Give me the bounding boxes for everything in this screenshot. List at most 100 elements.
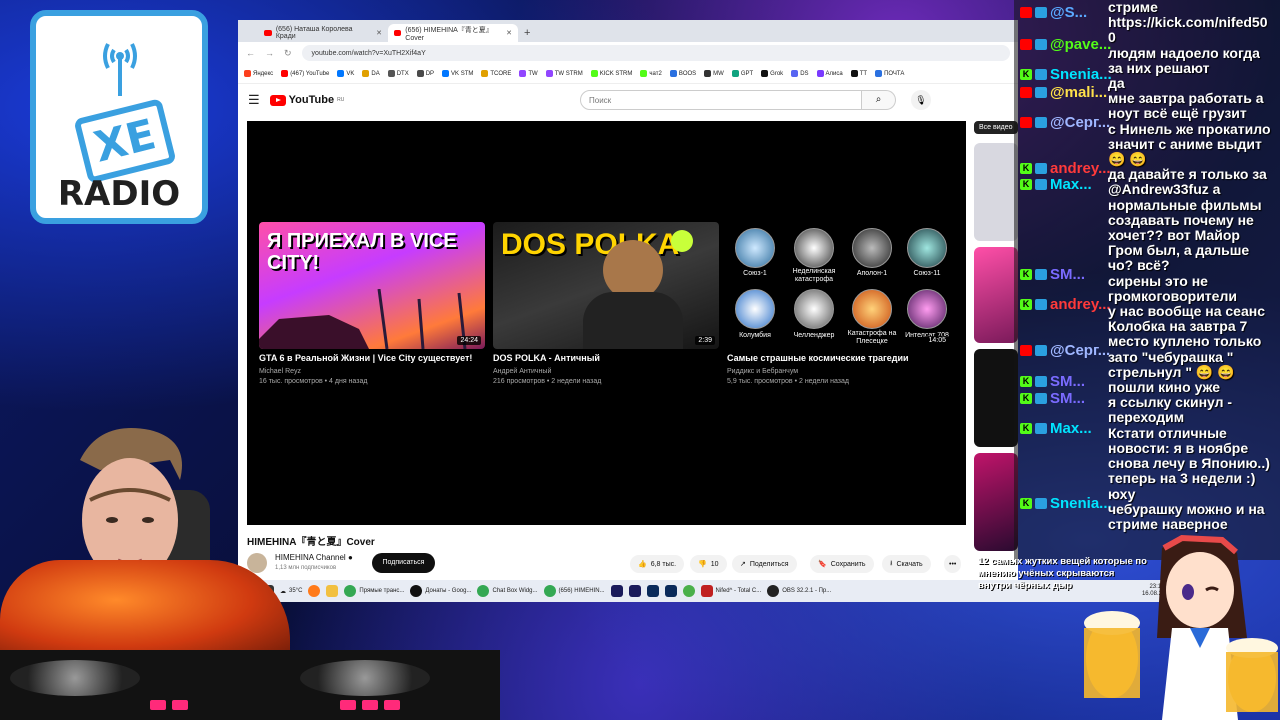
video-title[interactable]: DOS POLKA - Античный: [493, 353, 719, 363]
bookmark-item[interactable]: DS: [791, 69, 809, 77]
youtube-logo[interactable]: YouTube RU: [269, 94, 344, 106]
sidebar-thumbnail[interactable]: [974, 143, 1018, 241]
bookmark-item[interactable]: ПОЧТА: [875, 69, 904, 77]
taskbar-item[interactable]: OBS 32.2.1 - Пр...: [767, 585, 831, 597]
all-videos-chip[interactable]: Все видео: [974, 121, 1018, 134]
bookmark-item[interactable]: DTX: [387, 69, 409, 77]
premiere-icon[interactable]: [610, 585, 623, 597]
taskbar-item[interactable]: Прямые транс...: [344, 585, 404, 597]
save-button[interactable]: 🔖 Сохранить: [810, 555, 874, 573]
bookmark-item[interactable]: чат2: [640, 69, 662, 78]
close-icon[interactable]: ✕: [506, 29, 512, 37]
grid-label: Колумбия: [739, 332, 771, 339]
bookmark-favicon-icon: [337, 69, 345, 77]
channel-name[interactable]: Michael Reyz: [259, 368, 485, 375]
chat-user: K Snenia...: [1020, 495, 1112, 512]
video-title-main: HIMEHINA『青と夏』Cover: [247, 537, 375, 548]
share-button[interactable]: ↗ Поделиться: [732, 555, 797, 573]
chat-username: @pave...: [1050, 36, 1112, 53]
tab-label: (656) Наташа Королева Кради: [275, 26, 353, 40]
sidebar-thumbnail[interactable]: [974, 247, 1018, 343]
bookmark-item[interactable]: Яндекс: [244, 69, 273, 77]
end-screen-card[interactable]: DOS POLKA 2:39 DOS POLKA - Античный Андр…: [493, 222, 719, 385]
obs-icon: [767, 585, 780, 597]
chat-message-line: мне завтра работать а: [1108, 90, 1264, 107]
bookmark-item[interactable]: VK: [337, 69, 354, 77]
bookmark-item[interactable]: DA: [362, 69, 380, 78]
search-input[interactable]: Поиск: [580, 90, 862, 110]
premiere-icon[interactable]: [628, 585, 641, 597]
taskbar-item[interactable]: Chat Box Widg...: [477, 585, 538, 597]
chat-user: @pave...: [1020, 36, 1111, 53]
taskbar-item[interactable]: (656) HIMEHIN...: [543, 585, 605, 597]
bookmark-item[interactable]: Алиса: [816, 69, 843, 77]
soyuz-11-image: [907, 228, 947, 268]
plesetsk-image: [852, 289, 892, 329]
taskbar-item[interactable]: Донаты - Goog...: [410, 585, 471, 597]
reload-icon[interactable]: ↻: [284, 48, 292, 59]
badge-icon: [1035, 393, 1047, 404]
bookmark-item[interactable]: TW: [519, 69, 538, 77]
bookmark-item[interactable]: Grok: [761, 69, 783, 77]
chat-message-line: стриме: [1108, 0, 1158, 15]
menu-icon[interactable]: ☰: [248, 92, 260, 108]
channel-name-text: HIMEHINA Channel: [275, 553, 346, 562]
firefox-icon[interactable]: [308, 585, 321, 597]
channel-name[interactable]: Андрей Античный: [493, 368, 719, 375]
sidebar-thumbnail[interactable]: [974, 349, 1018, 447]
video-title[interactable]: GTA 6 в Реальной Жизни | Vice City сущес…: [259, 353, 485, 363]
video-thumbnail[interactable]: Я ПРИЕХАЛ В VICE CITY! 24:24: [259, 222, 485, 349]
search-button[interactable]: ⌕: [862, 90, 896, 110]
download-icon: ⭳: [890, 559, 893, 567]
bookmark-item[interactable]: (467) YouTube: [281, 69, 329, 77]
video-thumbnail[interactable]: DOS POLKA 2:39: [493, 222, 719, 349]
url-input[interactable]: youtube.com/watch?v=XuTH2Xif4aY: [301, 45, 1010, 61]
channel-name[interactable]: Риддикс и Бебранчум: [727, 368, 953, 375]
bookmark-item[interactable]: VK STM: [442, 69, 473, 77]
subscribe-button[interactable]: Подписаться: [372, 553, 435, 573]
end-screen-card[interactable]: Я ПРИЕХАЛ В VICE CITY! 24:24 GTA 6 в Реа…: [259, 222, 485, 385]
video-title[interactable]: Самые страшные космические трагедии: [727, 353, 953, 363]
globe-icon[interactable]: [682, 585, 695, 597]
bookmark-item[interactable]: TT: [850, 69, 867, 77]
youtube-favicon-icon: [394, 30, 402, 36]
channel-name-main[interactable]: HIMEHINA Channel ●: [275, 553, 353, 562]
like-button[interactable]: 👍 6,8 тыс.: [630, 555, 685, 573]
new-tab-button[interactable]: +: [518, 27, 536, 42]
bookmark-label: чат2: [649, 71, 662, 78]
dislike-button[interactable]: 👎 10: [690, 555, 727, 573]
bookmark-label: DA: [371, 71, 380, 78]
video-player[interactable]: Я ПРИЕХАЛ В VICE CITY! 24:24 GTA 6 в Реа…: [247, 121, 966, 525]
x-app-icon: [410, 585, 423, 597]
sidebar-thumbnail[interactable]: [974, 453, 1018, 551]
tab-korolyova[interactable]: (656) Наташа Королева Кради ✕: [258, 24, 388, 42]
bookmark-item[interactable]: MW: [704, 69, 724, 77]
bookmark-item[interactable]: GPT: [731, 69, 753, 77]
weather-widget[interactable]: ☁ 35°C: [280, 588, 302, 595]
more-actions-button[interactable]: •••: [944, 555, 962, 573]
bookmark-item[interactable]: TCORE: [481, 69, 511, 77]
forward-icon[interactable]: →: [265, 48, 274, 58]
close-icon[interactable]: ✕: [376, 29, 382, 37]
kick-platform-icon: K: [1020, 269, 1032, 280]
back-icon[interactable]: ←: [246, 48, 255, 58]
folder-icon[interactable]: [326, 585, 339, 597]
voice-search-button[interactable]: 🎙: [911, 90, 931, 110]
performance-pad: [384, 700, 400, 710]
taskbar-item[interactable]: Nifed^ - Total C...: [700, 585, 761, 597]
kick-platform-icon: K: [1020, 69, 1032, 80]
video-thumbnail[interactable]: Союз-1 Неделинская катастрофа Аполон-1 С…: [727, 222, 953, 349]
photoshop-icon[interactable]: [664, 585, 677, 597]
badge-icon: [1035, 179, 1047, 190]
bookmark-item[interactable]: BOOS: [669, 69, 696, 77]
bookmark-item[interactable]: TW STRM: [545, 69, 583, 77]
chat-message-line: хочет?? вот Майор: [1108, 227, 1240, 244]
bookmark-favicon-icon: [761, 69, 769, 77]
bookmark-item[interactable]: DP: [416, 69, 434, 77]
end-screen-card[interactable]: Союз-1 Неделинская катастрофа Аполон-1 С…: [727, 222, 953, 385]
chat-user: @Серг...: [1020, 114, 1110, 131]
audition-icon[interactable]: [646, 585, 659, 597]
download-button[interactable]: ⭳ Скачать: [882, 555, 931, 573]
bookmark-item[interactable]: KICK STRM: [590, 69, 632, 77]
tab-himehina[interactable]: (656) HIMEHINA『青と夏』Cover ✕: [388, 24, 518, 42]
